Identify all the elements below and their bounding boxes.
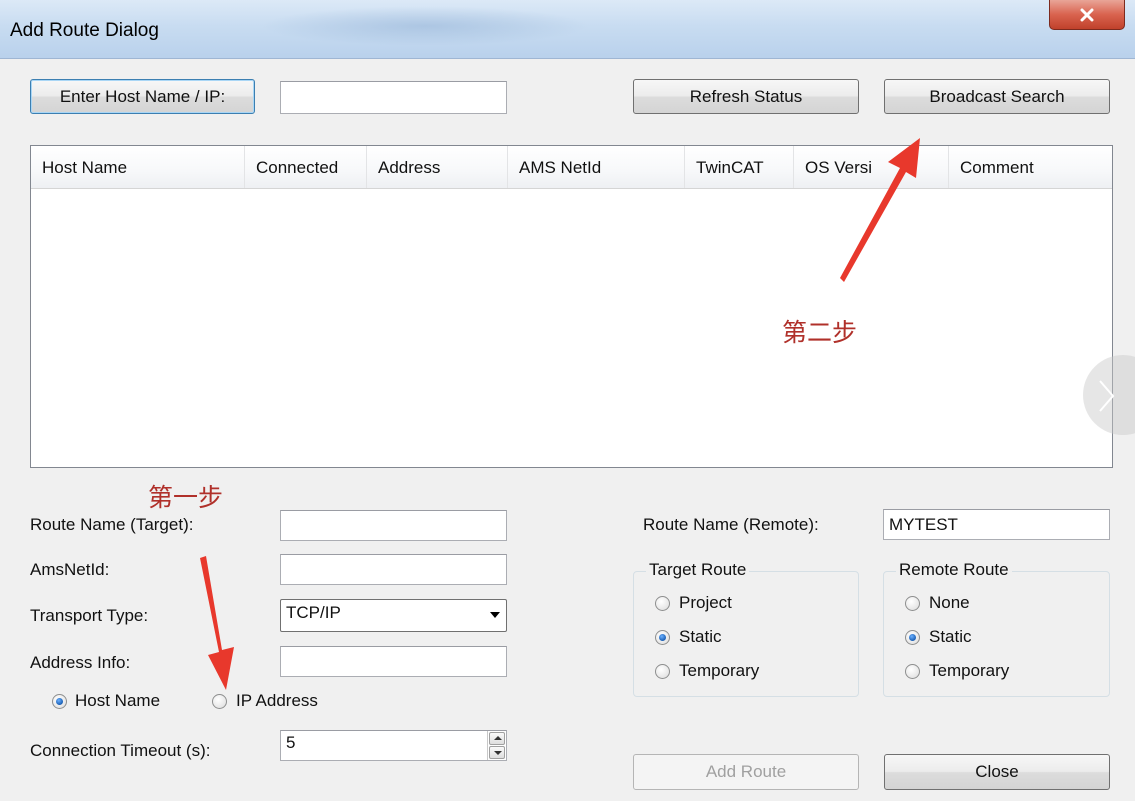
refresh-status-button[interactable]: Refresh Status: [633, 79, 859, 114]
remote-route-static-radio[interactable]: [905, 630, 920, 645]
spinner-down-button[interactable]: [489, 746, 505, 759]
arrow-down-icon: [494, 751, 502, 755]
route-name-target-input[interactable]: [280, 510, 507, 541]
column-header-ams-netid[interactable]: AMS NetId: [508, 146, 685, 188]
close-window-button[interactable]: [1049, 0, 1125, 30]
target-route-temporary-label[interactable]: Temporary: [679, 661, 759, 681]
step-two-arrow: [840, 138, 920, 282]
host-name-radio[interactable]: [52, 694, 67, 709]
title-bar-glow: [260, 6, 590, 46]
step-two-label: 第二步: [782, 318, 858, 347]
step-one-label: 第一步: [148, 483, 224, 512]
chevron-down-icon: [490, 612, 500, 618]
column-header-comment[interactable]: Comment: [949, 146, 1112, 188]
target-route-static-label[interactable]: Static: [679, 627, 722, 647]
ams-netid-input[interactable]: [280, 554, 507, 585]
target-route-static-radio[interactable]: [655, 630, 670, 645]
chevron-right-icon: [1099, 380, 1115, 412]
target-route-legend: Target Route: [646, 560, 750, 580]
address-info-input[interactable]: [280, 646, 507, 677]
address-info-label: Address Info:: [30, 653, 131, 672]
host-name-radio-label[interactable]: Host Name: [75, 691, 160, 711]
host-list[interactable]: Host Name Connected Address AMS NetId Tw…: [30, 145, 1113, 468]
target-route-project-label[interactable]: Project: [679, 593, 732, 613]
connection-timeout-value: 5: [286, 733, 296, 752]
title-bar: Add Route Dialog: [0, 0, 1135, 59]
ip-address-radio-label[interactable]: IP Address: [236, 691, 318, 711]
remote-route-legend: Remote Route: [896, 560, 1012, 580]
transport-type-value: TCP/IP: [286, 603, 341, 622]
step-one-arrow: [200, 556, 234, 690]
connection-timeout-label: Connection Timeout (s):: [30, 741, 211, 760]
remote-route-static-label[interactable]: Static: [929, 627, 972, 647]
broadcast-search-button[interactable]: Broadcast Search: [884, 79, 1110, 114]
ams-netid-label: AmsNetId:: [30, 560, 110, 579]
remote-route-temporary-label[interactable]: Temporary: [929, 661, 1009, 681]
remote-route-none-radio[interactable]: [905, 596, 920, 611]
window-title: Add Route Dialog: [10, 20, 159, 41]
column-header-twincat[interactable]: TwinCAT: [685, 146, 794, 188]
timeout-spinner: [487, 731, 506, 760]
column-header-host-name[interactable]: Host Name: [31, 146, 245, 188]
transport-type-label: Transport Type:: [30, 606, 149, 625]
arrow-up-icon: [494, 736, 502, 740]
ip-address-radio[interactable]: [212, 694, 227, 709]
transport-type-select[interactable]: TCP/IP: [280, 599, 507, 632]
close-button[interactable]: Close: [884, 754, 1110, 790]
close-icon: [1080, 8, 1094, 21]
spinner-up-button[interactable]: [489, 732, 505, 745]
route-name-remote-input[interactable]: [883, 509, 1110, 540]
host-name-input[interactable]: [280, 81, 507, 114]
add-route-button[interactable]: Add Route: [633, 754, 859, 790]
enter-host-button[interactable]: Enter Host Name / IP:: [30, 79, 255, 114]
remote-route-none-label[interactable]: None: [929, 593, 970, 613]
connection-timeout-input[interactable]: 5: [280, 730, 507, 761]
remote-route-temporary-radio[interactable]: [905, 664, 920, 679]
column-header-address[interactable]: Address: [367, 146, 508, 188]
target-route-temporary-radio[interactable]: [655, 664, 670, 679]
target-route-project-radio[interactable]: [655, 596, 670, 611]
route-name-remote-label: Route Name (Remote):: [643, 515, 819, 534]
host-list-header: Host Name Connected Address AMS NetId Tw…: [31, 146, 1112, 189]
column-header-connected[interactable]: Connected: [245, 146, 367, 188]
route-name-target-label: Route Name (Target):: [30, 515, 194, 534]
